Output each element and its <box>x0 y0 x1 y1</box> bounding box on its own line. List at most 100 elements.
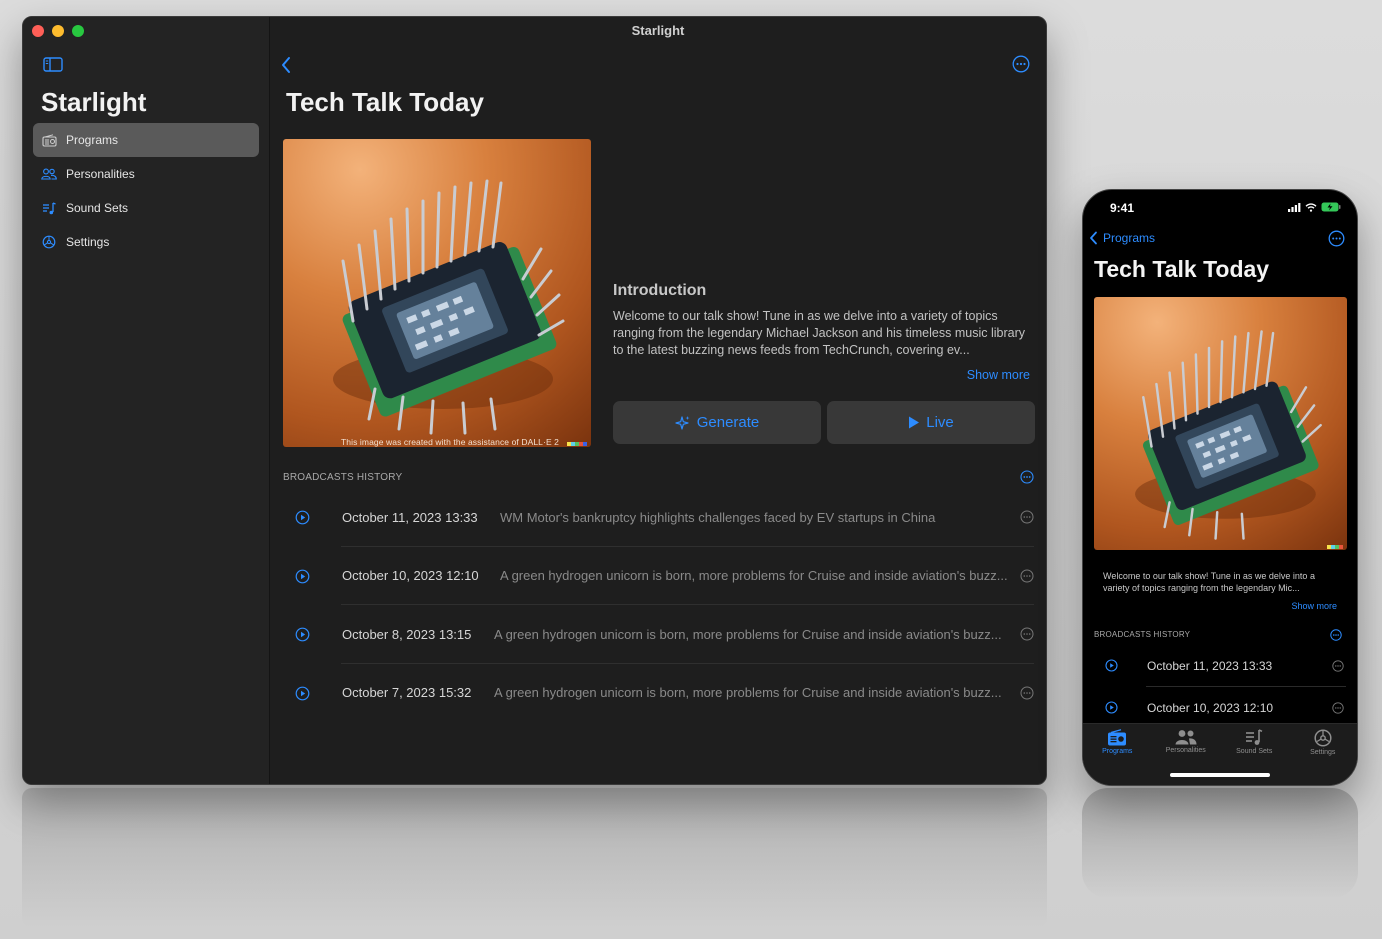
broadcast-description: A green hydrogen unicorn is born, more p… <box>500 568 1008 584</box>
broadcasts-list: October 11, 2023 13:33 October 10, 2023 … <box>1094 645 1346 729</box>
battery-charging-icon <box>1321 202 1341 212</box>
status-time: 9:41 <box>1110 201 1135 215</box>
tab-label: Personalities <box>1165 747 1206 754</box>
people-icon <box>1175 730 1197 745</box>
broadcast-row[interactable]: October 7, 2023 15:32 A green hydrogen u… <box>283 664 1034 723</box>
mac-window-reflection <box>22 788 1047 928</box>
broadcast-date: October 11, 2023 13:33 <box>342 509 478 525</box>
play-circle-icon[interactable] <box>295 686 310 701</box>
row-more-icon[interactable] <box>1020 627 1034 641</box>
cellular-icon <box>1288 202 1301 212</box>
row-more-icon[interactable] <box>1020 569 1034 583</box>
intro-text: Welcome to our talk show! Tune in as we … <box>613 309 1025 357</box>
sidebar-item-label: Sound Sets <box>66 201 129 215</box>
broadcast-description: A green hydrogen unicorn is born, more p… <box>494 685 1002 701</box>
play-circle-icon[interactable] <box>295 627 310 642</box>
show-more-link[interactable]: Show more <box>1291 601 1337 611</box>
play-circle-icon[interactable] <box>1105 659 1118 672</box>
play-circle-icon[interactable] <box>1105 701 1118 714</box>
show-more-link[interactable]: Show more <box>967 368 1030 382</box>
status-icons <box>1288 202 1341 212</box>
sidebar-item-personalities[interactable]: Personalities <box>33 157 259 191</box>
gear-icon <box>1314 729 1332 747</box>
broadcasts-history-heading: BROADCASTS HISTORY <box>1094 630 1191 639</box>
gear-icon <box>41 234 57 250</box>
broadcast-date: October 7, 2023 15:32 <box>342 685 472 701</box>
intro-heading: Introduction <box>613 282 707 299</box>
broadcast-description: A green hydrogen unicorn is born, more p… <box>494 626 1002 642</box>
sidebar: Starlight Programs Personalities Sound S… <box>23 17 270 784</box>
sidebar-item-sound-sets[interactable]: Sound Sets <box>33 191 259 225</box>
detail-pane: Tech Talk Today This image was created w… <box>271 17 1046 784</box>
wifi-icon <box>1305 202 1317 212</box>
history-more-icon[interactable] <box>1330 629 1342 641</box>
artwork-caption: This image was created with the assistan… <box>341 437 559 447</box>
page-title: Tech Talk Today <box>1094 256 1270 282</box>
history-more-icon[interactable] <box>1020 470 1034 484</box>
close-window-button[interactable] <box>32 25 44 37</box>
row-more-icon[interactable] <box>1332 660 1344 672</box>
tab-label: Settings <box>1310 749 1336 756</box>
program-artwork <box>1094 297 1347 550</box>
dalle-signature-icon <box>1327 545 1343 549</box>
broadcasts-list: October 11, 2023 13:33 WM Motor's bankru… <box>283 488 1034 722</box>
live-label: Live <box>926 414 954 431</box>
row-more-icon[interactable] <box>1020 510 1034 524</box>
music-list-icon <box>1246 729 1263 745</box>
sidebar-title: Starlight <box>41 87 147 117</box>
tab-label: Programs <box>1102 748 1133 755</box>
intro-text: Welcome to our talk show! Tune in as we … <box>1103 571 1315 593</box>
sidebar-item-label: Personalities <box>66 167 135 181</box>
tab-settings[interactable]: Settings <box>1289 724 1358 785</box>
broadcast-date: October 11, 2023 13:33 <box>1147 659 1273 673</box>
page-title: Tech Talk Today <box>286 87 484 117</box>
row-more-icon[interactable] <box>1332 702 1344 714</box>
broadcast-row[interactable]: October 11, 2023 13:33 WM Motor's bankru… <box>283 488 1034 547</box>
sidebar-toggle-icon[interactable] <box>43 57 63 72</box>
people-icon <box>41 166 57 182</box>
tab-label: Sound Sets <box>1236 748 1273 755</box>
minimize-window-button[interactable] <box>52 25 64 37</box>
play-circle-icon[interactable] <box>295 569 310 584</box>
back-chevron-icon[interactable] <box>279 55 293 75</box>
tab-programs[interactable]: Programs <box>1083 724 1152 785</box>
sidebar-item-label: Programs <box>66 133 119 147</box>
back-chevron-icon <box>1090 231 1097 245</box>
radio-icon <box>1108 729 1127 746</box>
back-button[interactable]: Programs <box>1089 231 1155 245</box>
broadcast-date: October 10, 2023 12:10 <box>1147 701 1274 715</box>
mac-window: Starlight Programs Personalities Sound S… <box>22 16 1047 785</box>
back-label: Programs <box>1103 231 1156 245</box>
home-indicator <box>1170 773 1270 777</box>
live-button[interactable]: Live <box>827 401 1035 444</box>
chip-illustration <box>1135 330 1322 540</box>
program-artwork: This image was created with the assistan… <box>283 139 591 447</box>
music-list-icon <box>41 200 57 216</box>
radio-icon <box>41 132 57 148</box>
broadcast-date: October 8, 2023 13:15 <box>342 626 472 642</box>
more-options-icon[interactable] <box>1328 230 1345 247</box>
play-icon <box>909 416 920 429</box>
sidebar-item-settings[interactable]: Settings <box>33 225 259 259</box>
generate-button[interactable]: Generate <box>613 401 821 444</box>
sparkles-icon <box>675 415 690 430</box>
broadcast-row[interactable]: October 8, 2023 13:15 A green hydrogen u… <box>283 605 1034 664</box>
generate-label: Generate <box>696 414 760 431</box>
broadcast-row[interactable]: October 11, 2023 13:33 <box>1094 645 1346 687</box>
broadcast-row[interactable]: October 10, 2023 12:10 A green hydrogen … <box>283 547 1034 605</box>
broadcast-description: WM Motor's bankruptcy highlights challen… <box>500 509 936 525</box>
row-more-icon[interactable] <box>1020 686 1034 700</box>
broadcast-date: October 10, 2023 12:10 <box>342 568 479 584</box>
chip-illustration <box>333 179 565 435</box>
play-circle-icon[interactable] <box>295 510 310 525</box>
iphone-reflection <box>1082 788 1358 898</box>
sidebar-item-programs[interactable]: Programs <box>33 123 259 157</box>
sidebar-item-label: Settings <box>66 235 110 249</box>
zoom-window-button[interactable] <box>72 25 84 37</box>
iphone-frame: 9:41 Programs Tech Talk Today Welcome to… <box>1082 189 1358 786</box>
broadcasts-history-heading: BROADCASTS HISTORY <box>283 472 403 483</box>
window-controls <box>32 25 84 37</box>
more-options-icon[interactable] <box>1012 55 1030 73</box>
dalle-signature-icon <box>567 442 587 446</box>
sidebar-list: Programs Personalities Sound Sets Settin… <box>33 123 259 259</box>
